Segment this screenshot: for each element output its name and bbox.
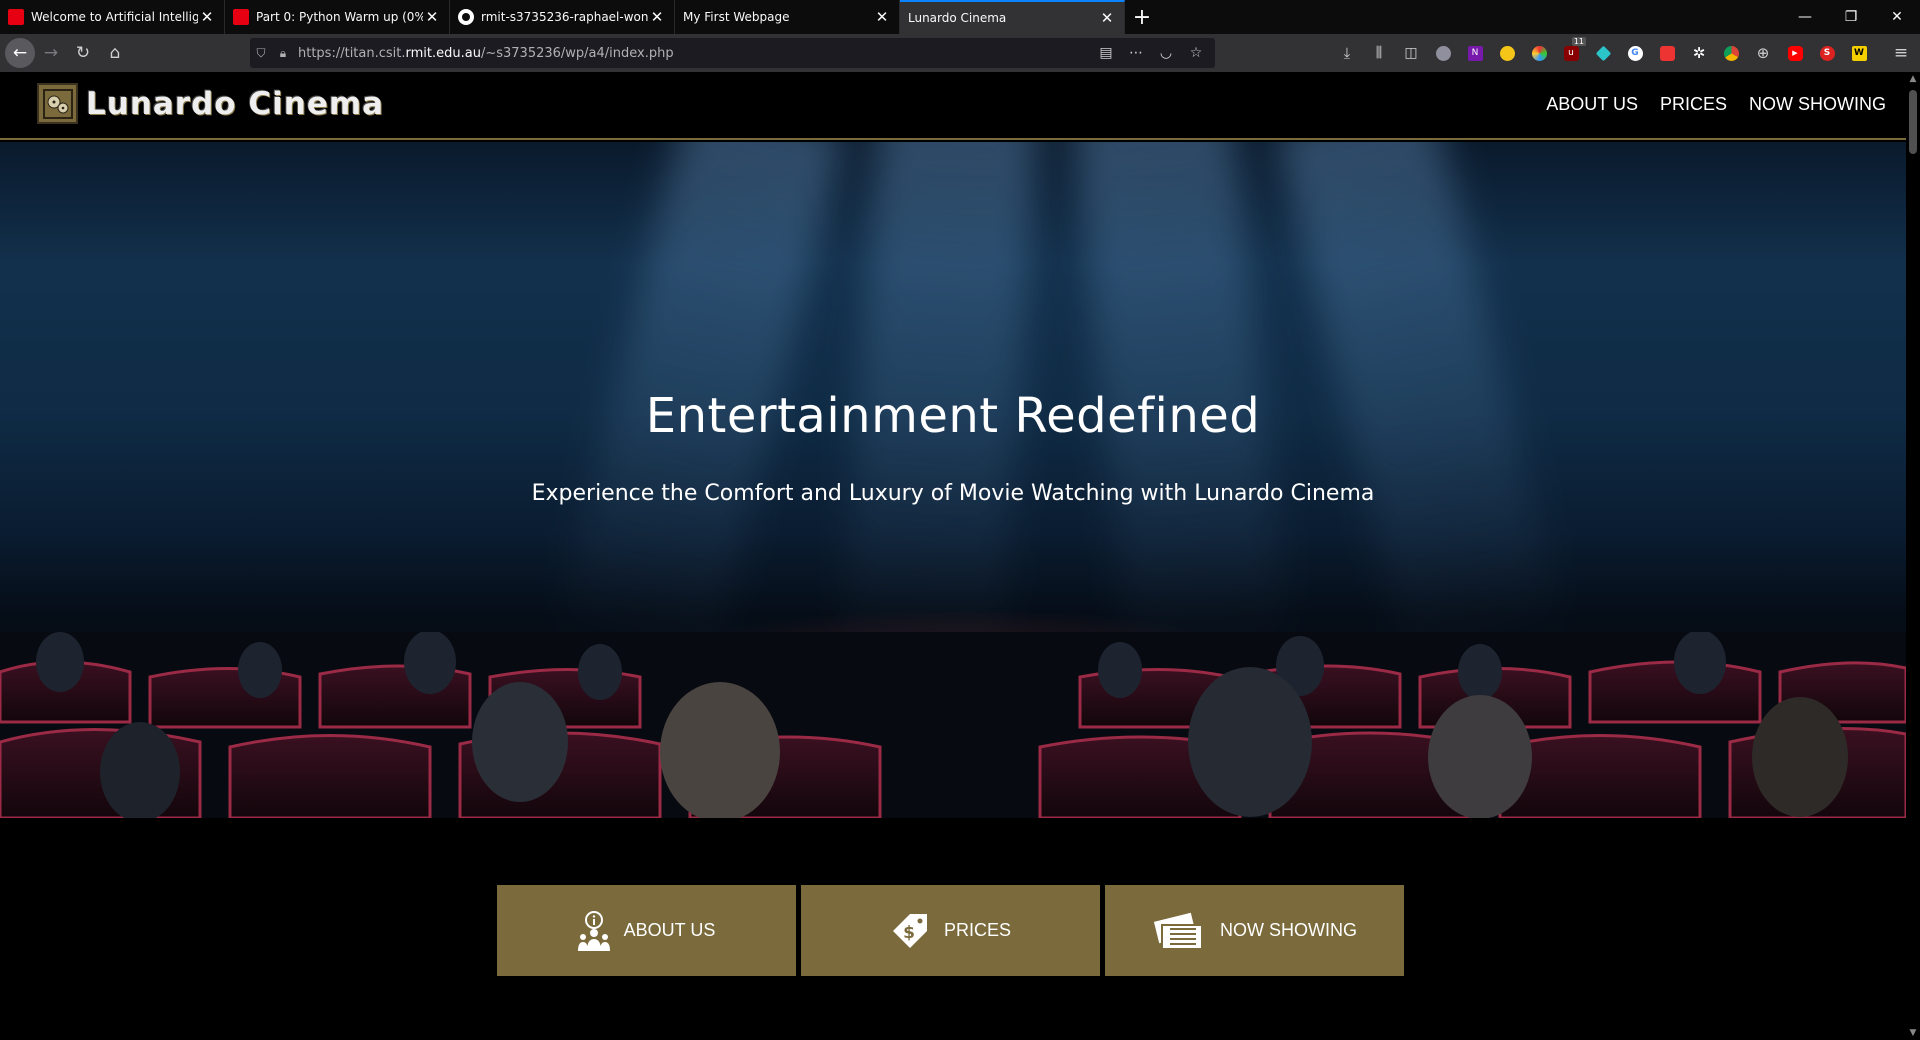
url-text[interactable]: https://titan.csit.rmit.edu.au/~s3735236… [298, 46, 1093, 61]
google-icon[interactable]: G [1622, 40, 1648, 66]
site-favicon-icon [233, 9, 249, 25]
browser-tab[interactable]: Part 0: Python Warm up (0%) ✕ [225, 0, 450, 34]
diamond-extension-icon[interactable] [1590, 40, 1616, 66]
gear-extension-icon[interactable]: ✲ [1686, 40, 1712, 66]
logo-text: Lunardo Cinema [86, 85, 385, 122]
close-window-icon[interactable]: ✕ [1874, 0, 1920, 34]
nav-prices[interactable]: PRICES [1660, 94, 1727, 115]
library-icon[interactable]: ⫼ [1366, 40, 1392, 66]
restore-icon[interactable]: ❐ [1828, 0, 1874, 34]
prices-label: PRICES [943, 920, 1012, 940]
close-tab-icon[interactable]: ✕ [1098, 9, 1116, 27]
sidebar-icon[interactable]: ◫ [1398, 40, 1424, 66]
scrollbar-thumb[interactable] [1909, 90, 1917, 154]
minimize-icon[interactable]: — [1782, 0, 1828, 34]
onenote-icon[interactable]: N [1462, 40, 1488, 66]
close-tab-icon[interactable]: ✕ [648, 8, 666, 26]
page-scrollbar[interactable]: ▲ ▼ [1906, 72, 1920, 1040]
browser-tab[interactable]: rmit-s3735236-raphael-wong ( ✕ [450, 0, 675, 34]
browser-toolbar: ← → ↻ ⌂ ⛉ 🔒︎ https://titan.csit.rmit.edu… [0, 34, 1920, 72]
hero-banner: Entertainment Redefined Experience the C… [0, 142, 1906, 818]
site-header: Lunardo Cinema ABOUT US PRICES NOW SHOWI… [0, 72, 1906, 140]
quick-links: ABOUT US $ PRICES NOW SHOWING [497, 885, 1404, 976]
about-us-button[interactable]: ABOUT US [497, 885, 796, 976]
close-tab-icon[interactable]: ✕ [873, 8, 891, 26]
tab-title: My First Webpage [683, 10, 790, 24]
hero-subtitle: Experience the Comfort and Luxury of Mov… [531, 481, 1375, 506]
github-icon [458, 9, 474, 25]
bookmark-star-icon[interactable]: ☆ [1183, 45, 1209, 61]
svg-text:$: $ [903, 923, 915, 943]
new-tab-button[interactable]: + [1125, 0, 1159, 34]
tab-title: rmit-s3735236-raphael-wong ( [481, 10, 648, 24]
w-extension-icon[interactable]: W [1846, 40, 1872, 66]
home-button[interactable]: ⌂ [99, 37, 131, 69]
reader-view-icon[interactable]: ▤ [1093, 45, 1119, 61]
close-tab-icon[interactable]: ✕ [423, 8, 441, 26]
about-us-label: ABOUT US [623, 920, 716, 940]
address-bar[interactable]: ⛉ 🔒︎ https://titan.csit.rmit.edu.au/~s37… [250, 38, 1215, 68]
close-tab-icon[interactable]: ✕ [198, 8, 216, 26]
pocket-icon[interactable]: ◡ [1153, 45, 1179, 61]
nav-now-showing[interactable]: NOW SHOWING [1749, 94, 1886, 115]
browser-tab-active[interactable]: Lunardo Cinema ✕ [900, 0, 1125, 34]
site-favicon-icon [8, 9, 24, 25]
price-tag-icon: $ [892, 913, 927, 948]
tab-title: Lunardo Cinema [908, 11, 1007, 25]
tab-title: Part 0: Python Warm up (0%) [256, 10, 423, 24]
nav-about-us[interactable]: ABOUT US [1546, 94, 1638, 115]
prices-button[interactable]: $ PRICES [801, 885, 1100, 976]
hamburger-menu-icon[interactable]: ≡ [1888, 40, 1914, 66]
reload-button[interactable]: ↻ [67, 37, 99, 69]
tickets-icon [1153, 912, 1203, 950]
now-showing-label: NOW SHOWING [1220, 920, 1357, 940]
film-reel-icon [37, 83, 78, 124]
web-page: Lunardo Cinema ABOUT US PRICES NOW SHOWI… [0, 72, 1906, 1040]
browser-tab[interactable]: Welcome to Artificial Intelligen ✕ [0, 0, 225, 34]
back-button[interactable]: ← [5, 38, 35, 68]
record-extension-icon[interactable] [1654, 40, 1680, 66]
extensions-toolbar: ⤓ ⫼ ◫ N u 11 G ✲ ⊕ ▶ S W [1334, 37, 1872, 66]
more-actions-icon[interactable]: ⋯ [1123, 45, 1149, 61]
site-logo[interactable]: Lunardo Cinema [37, 83, 384, 124]
emoji-extension-icon[interactable] [1494, 40, 1520, 66]
scroll-up-icon[interactable]: ▲ [1906, 74, 1920, 84]
forward-button[interactable]: → [35, 37, 67, 69]
shield-icon[interactable]: ⛉ [250, 46, 272, 61]
globe-icon[interactable]: ⊕ [1750, 40, 1776, 66]
youtube-icon[interactable]: ▶ [1782, 40, 1808, 66]
scroll-down-icon[interactable]: ▼ [1906, 1028, 1920, 1038]
ublock-icon[interactable]: u 11 [1558, 37, 1586, 66]
site-nav: ABOUT US PRICES NOW SHOWING [1546, 94, 1886, 115]
tab-title: Welcome to Artificial Intelligen [31, 10, 198, 24]
now-showing-button[interactable]: NOW SHOWING [1105, 885, 1404, 976]
lock-icon[interactable]: 🔒︎ [272, 46, 294, 61]
cinema-audience-image [0, 632, 1906, 818]
extension-badge: 11 [1571, 37, 1586, 46]
account-icon[interactable] [1430, 40, 1456, 66]
browser-tab[interactable]: My First Webpage ✕ [675, 0, 900, 34]
s-extension-icon[interactable]: S [1814, 40, 1840, 66]
about-icon [577, 910, 610, 951]
window-controls: — ❐ ✕ [1782, 0, 1920, 34]
downloads-icon[interactable]: ⤓ [1334, 40, 1360, 66]
chrome-icon[interactable] [1718, 40, 1744, 66]
browser-tab-bar: Welcome to Artificial Intelligen ✕ Part … [0, 0, 1920, 34]
hero-title: Entertainment Redefined [645, 388, 1261, 444]
color-picker-icon[interactable] [1526, 40, 1552, 66]
